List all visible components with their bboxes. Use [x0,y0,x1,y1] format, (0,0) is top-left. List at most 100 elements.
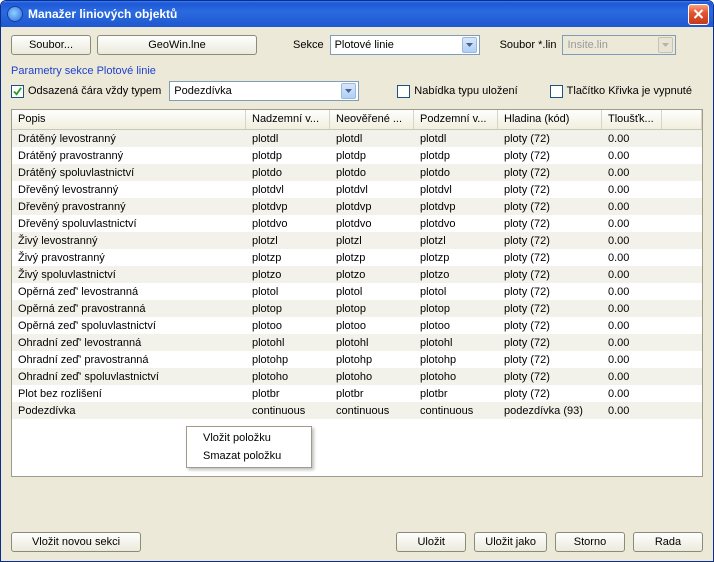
cell-nad: plotop [246,302,330,316]
table-row[interactable]: Ohradní zeď' spoluvlastnictvíplotoho plot… [12,368,702,385]
menu-insert-item[interactable]: Vložit položku [189,429,309,447]
close-button[interactable] [688,4,709,25]
cell-tlou: 0.00 [602,132,662,146]
save-type-checkbox-label: Nabídka typu uložení [414,85,517,97]
cell-popis: Ohradní zeď' levostranná [12,336,246,350]
cell-neo: plotohl [330,336,414,350]
save-type-checkbox[interactable]: Nabídka typu uložení [397,85,517,98]
cell-neo: plotohp [330,353,414,367]
cell-pod: plotoo [414,319,498,333]
table-row[interactable]: Dřevěný levostrannýplotdvlplotdvlplotdvl… [12,181,702,198]
curve-off-checkbox-label: Tlačítko Křivka je vypnuté [567,85,692,97]
th-tloustka[interactable]: Tloušťk... [602,110,662,129]
cell-popis: Ohradní zeď' pravostranná [12,353,246,367]
cell-hlad: ploty (72) [498,251,602,265]
table-row[interactable]: Živý pravostrannýplotzpplotzpplotzpploty… [12,249,702,266]
cell-neo: plotol [330,285,414,299]
table[interactable]: Popis Nadzemní v... Neověřené ... Podzem… [11,109,703,477]
cell-tlou: 0.00 [602,183,662,197]
table-row[interactable]: Drátěný pravostrannýplotdpplotdpplotdppl… [12,147,702,164]
cell-pod: plotdvp [414,200,498,214]
checkbox-icon [397,85,410,98]
cell-pod: plotdl [414,132,498,146]
cell-nad: plotdp [246,149,330,163]
cell-tlou: 0.00 [602,353,662,367]
th-podzemni[interactable]: Podzemní v... [414,110,498,129]
help-button[interactable]: Rada [633,532,703,552]
save-button[interactable]: Uložit [396,532,466,552]
cell-pod: plotohl [414,336,498,350]
offset-type-combo[interactable]: Podezdívka [169,81,359,101]
table-row[interactable]: Opěrná zeď' spoluvlastnictvíplotooplotoo… [12,317,702,334]
cell-tlou: 0.00 [602,319,662,333]
cell-tlou: 0.00 [602,285,662,299]
menu-delete-item[interactable]: Smazat položku [189,447,309,465]
save-as-button[interactable]: Uložit jako [474,532,547,552]
cell-nad: plotdo [246,166,330,180]
table-row[interactable]: Ohradní zeď' levostrannáplotohlplotohlpl… [12,334,702,351]
table-row[interactable]: Podezdívkacontinuouscontinuouscontinuous… [12,402,702,419]
cell-tlou: 0.00 [602,302,662,316]
close-icon [693,9,704,19]
cell-nad: plotoho [246,370,330,384]
cell-hlad: ploty (72) [498,353,602,367]
cell-tlou: 0.00 [602,200,662,214]
cell-pod: plotohp [414,353,498,367]
cell-neo: continuous [330,404,414,418]
table-row[interactable]: Ohradní zeď' pravostrannáplotohpplotohpp… [12,351,702,368]
table-row[interactable]: Živý spoluvlastnictvíplotzoplotzoplotzop… [12,266,702,283]
cell-tlou: 0.00 [602,404,662,418]
cell-popis: Ohradní zeď' spoluvlastnictví [12,370,246,384]
cell-neo: plotdvp [330,200,414,214]
cell-nad: plotol [246,285,330,299]
table-row[interactable]: Živý levostrannýplotzlplotzlplotzlploty … [12,232,702,249]
table-row[interactable]: Drátěný spoluvlastnictvíplotdoplotdoplot… [12,164,702,181]
cell-neo: plotdp [330,149,414,163]
cell-hlad: ploty (72) [498,336,602,350]
cell-hlad: ploty (72) [498,285,602,299]
dropdown-arrow-icon [658,37,673,53]
cell-neo: plotdvo [330,217,414,231]
th-neoverene[interactable]: Neověřené ... [330,110,414,129]
cell-pod: plotop [414,302,498,316]
sourcefile-combo[interactable]: Insite.lin [562,35,676,55]
dropdown-arrow-icon [462,37,477,53]
cell-tlou: 0.00 [602,217,662,231]
cell-nad: plotbr [246,387,330,401]
cell-popis: Opěrná zeď' pravostranná [12,302,246,316]
cell-hlad: ploty (72) [498,302,602,316]
table-header: Popis Nadzemní v... Neověřené ... Podzem… [12,110,702,130]
file-button[interactable]: Soubor... [11,35,91,55]
table-row[interactable]: Dřevěný pravostrannýplotdvpplotdvpplotdv… [12,198,702,215]
table-row[interactable]: Drátěný levostrannýplotdlplotdlplotdlplo… [12,130,702,147]
new-section-button[interactable]: Vložit novou sekci [11,532,141,552]
cell-pod: plotdvo [414,217,498,231]
filename-display: GeoWin.lne [97,35,257,55]
table-row[interactable]: Dřevěný spoluvlastnictvíplotdvoplotdvopl… [12,215,702,232]
table-row[interactable]: Opěrná zeď' pravostrannáplotopplotopplot… [12,300,702,317]
th-popis[interactable]: Popis [12,110,246,129]
cell-neo: plotbr [330,387,414,401]
cell-nad: plotdl [246,132,330,146]
cell-nad: plotzp [246,251,330,265]
curve-off-checkbox[interactable]: Tlačítko Křivka je vypnuté [550,85,692,98]
section-combo[interactable]: Plotové linie [330,35,480,55]
cell-hlad: ploty (72) [498,268,602,282]
th-spacer [662,110,702,129]
cell-popis: Plot bez rozlišení [12,387,246,401]
table-row[interactable]: Plot bez rozlišeníplotbrplotbrplotbrplot… [12,385,702,402]
cell-popis: Opěrná zeď' levostranná [12,285,246,299]
cell-hlad: ploty (72) [498,132,602,146]
table-row[interactable]: Opěrná zeď' levostrannáplotolplotolploto… [12,283,702,300]
cell-popis: Drátěný spoluvlastnictví [12,166,246,180]
th-nadzemni[interactable]: Nadzemní v... [246,110,330,129]
cell-tlou: 0.00 [602,387,662,401]
offset-type-value: Podezdívka [174,85,337,97]
cancel-button[interactable]: Storno [555,532,625,552]
th-hladina[interactable]: Hladina (kód) [498,110,602,129]
cell-hlad: ploty (72) [498,370,602,384]
window-title: Manažer liniových objektů [28,7,688,21]
cell-nad: plotzl [246,234,330,248]
offset-checkbox[interactable]: Odsazená čára vždy typem [11,85,161,98]
checkbox-icon [11,85,24,98]
